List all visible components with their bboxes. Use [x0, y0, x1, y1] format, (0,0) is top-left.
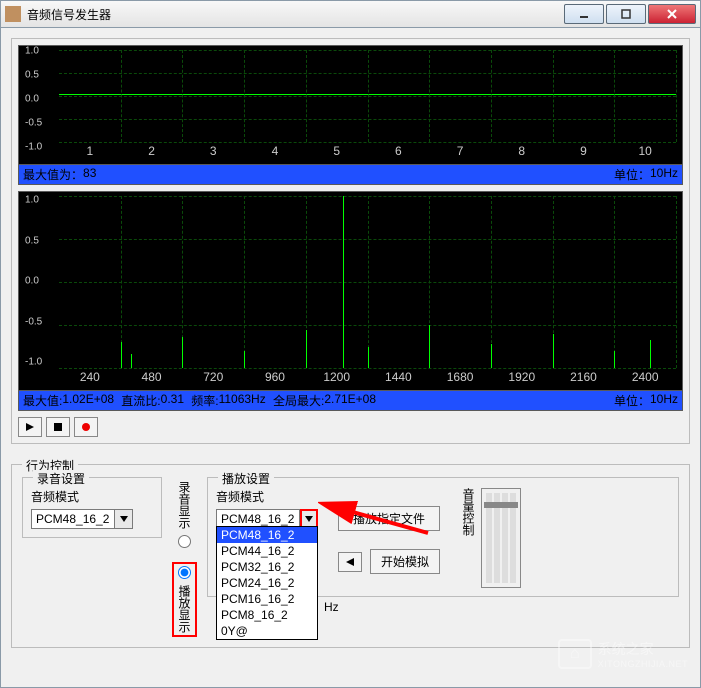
record-mode-dropdown-button[interactable]: [115, 509, 133, 529]
behavior-group: 行为控制 录音设置 音频模式 录音显示 播放显示: [11, 464, 690, 648]
dc-value: 0.31: [161, 392, 184, 409]
unit-label: 单位：: [614, 166, 650, 183]
unit-value: 10Hz: [650, 166, 678, 183]
plots-panel: 1.00.50.0-0.5-1.0 12345678910 最大值为： 83 单…: [11, 38, 690, 444]
play-file-button[interactable]: 播放指定文件: [338, 506, 440, 531]
hz-label: Hz: [324, 600, 339, 614]
play-mode-option[interactable]: PCM44_16_2: [217, 543, 317, 559]
unit-value: 10Hz: [650, 392, 678, 409]
play-mode-option[interactable]: PCM24_16_2: [217, 575, 317, 591]
max-value: 83: [83, 166, 96, 183]
record-settings-group: 录音设置 音频模式: [22, 477, 162, 538]
volume-sliders[interactable]: [481, 488, 521, 588]
waveform-info: 最大值为： 83 单位： 10Hz: [18, 165, 683, 185]
spectrum-info: 最大值: 1.02E+08 直流比: 0.31 频率: 11063Hz 全局最大…: [18, 391, 683, 411]
max-value: 1.02E+08: [62, 392, 114, 409]
record-display-radio[interactable]: [178, 535, 191, 548]
stop-button[interactable]: [46, 417, 70, 437]
close-button[interactable]: [648, 4, 696, 24]
play-mode-option[interactable]: PCM32_16_2: [217, 559, 317, 575]
gmax-label: 全局最大:: [273, 392, 324, 409]
gmax-value: 2.71E+08: [324, 392, 376, 409]
play-group-title: 播放设置: [218, 470, 274, 487]
spectrum-plot: 1.00.50.0-0.5-1.0 2404807209601200144016…: [18, 191, 683, 391]
window-title: 音频信号发生器: [27, 6, 564, 23]
freq-label: 频率:: [191, 392, 218, 409]
minimize-button[interactable]: [564, 4, 604, 24]
titlebar: 音频信号发生器: [0, 0, 701, 28]
maximize-button[interactable]: [606, 4, 646, 24]
play-button[interactable]: [18, 417, 42, 437]
waveform-plot: 1.00.50.0-0.5-1.0 12345678910: [18, 45, 683, 165]
play-mode-dropdown-list[interactable]: PCM48_16_2PCM44_16_2PCM32_16_2PCM24_16_2…: [216, 526, 318, 640]
play-settings-group: 播放设置 音频模式 PCM48_16_2PCM44_16_2PCM32_16_2…: [207, 477, 679, 597]
window-body: 1.00.50.0-0.5-1.0 12345678910 最大值为： 83 单…: [0, 28, 701, 688]
record-mode-select[interactable]: [31, 509, 115, 529]
dc-label: 直流比:: [121, 392, 160, 409]
start-sim-button[interactable]: 开始模拟: [370, 549, 440, 574]
record-button[interactable]: [74, 417, 98, 437]
record-display-label: 录音显示: [176, 481, 193, 529]
play-mode-option[interactable]: PCM48_16_2: [217, 527, 317, 543]
play-mode-option[interactable]: PCM16_16_2: [217, 591, 317, 607]
app-icon: [5, 6, 21, 22]
record-mode-label: 音频模式: [31, 488, 153, 505]
play-display-label: 播放显示: [176, 585, 193, 633]
play-display-radio[interactable]: [178, 566, 191, 579]
max-label: 最大值:: [23, 392, 62, 409]
record-group-title: 录音设置: [33, 470, 89, 487]
freq-value: 11063Hz: [219, 392, 266, 409]
volume-label: 音量控制: [460, 488, 477, 536]
max-label: 最大值为：: [23, 166, 83, 183]
watermark-en: XITONGZHIJIA.NET: [598, 659, 688, 669]
prev-button[interactable]: [338, 552, 362, 572]
unit-label: 单位：: [614, 392, 650, 409]
play-mode-option[interactable]: 0Y@: [217, 623, 317, 639]
play-mode-label: 音频模式: [216, 488, 318, 505]
play-mode-option[interactable]: PCM8_16_2: [217, 607, 317, 623]
